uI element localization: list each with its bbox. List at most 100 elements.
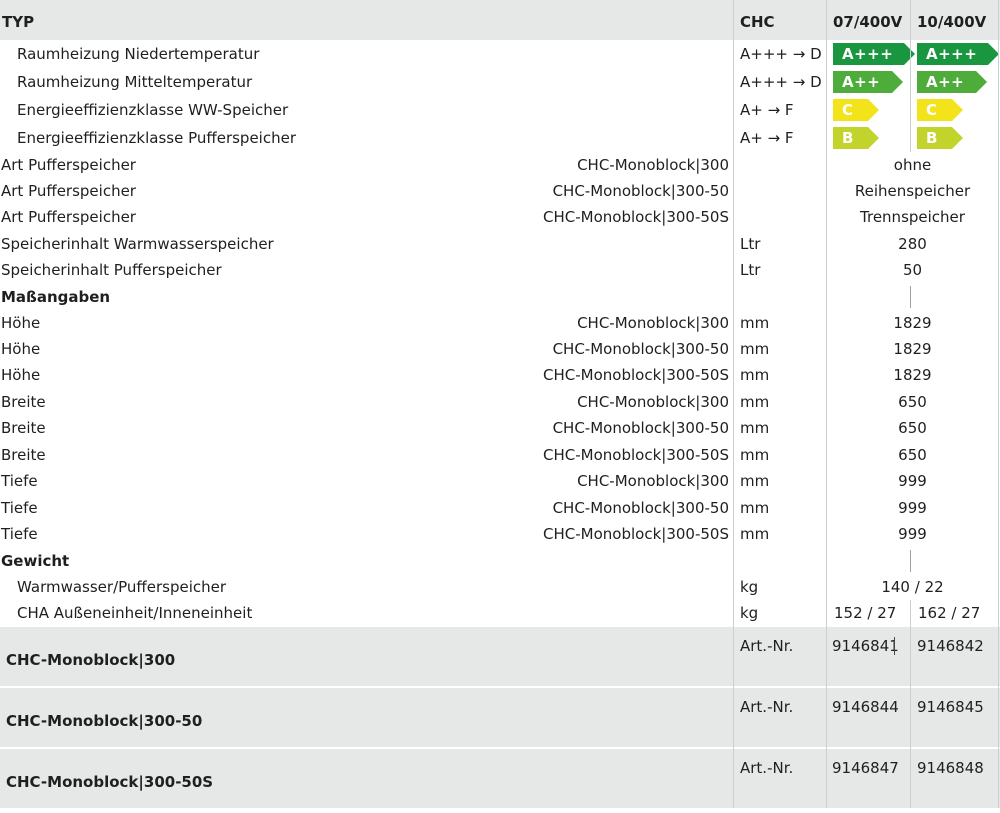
article-model: CHC-Monoblock|300-50S xyxy=(6,773,214,791)
table-row: Breite CHC-Monoblock|300 mm 650 xyxy=(0,389,1000,415)
article-label: Art.-Nr. xyxy=(740,759,794,777)
row-unit: mm xyxy=(740,472,770,490)
row-model: CHC-Monoblock|300-50S xyxy=(543,366,729,384)
row-model: CHC-Monoblock|300-50 xyxy=(552,499,729,517)
table-row: Höhe CHC-Monoblock|300 mm 1829 xyxy=(0,310,1000,336)
row-value: 152 / 27 xyxy=(834,604,897,622)
article-number: 9146841 xyxy=(832,637,899,655)
column-divider xyxy=(910,600,911,808)
energy-range: A+++ → D xyxy=(740,73,822,91)
row-label: Tiefe xyxy=(1,525,38,543)
row-unit: mm xyxy=(740,340,770,358)
table-row: Tiefe CHC-Monoblock|300-50 mm 999 xyxy=(0,495,1000,521)
row-unit: mm xyxy=(740,366,770,384)
energy-label: Energieeffizienzklasse WW-Speicher xyxy=(17,101,289,119)
energy-class-label: C xyxy=(926,101,938,119)
energy-class-label: B xyxy=(926,129,938,147)
energy-class-label: B xyxy=(842,129,854,147)
article-label: Art.-Nr. xyxy=(740,698,794,716)
energy-class-badge: A+++ xyxy=(833,43,915,65)
energy-class-badge: B xyxy=(917,127,963,149)
row-unit: Ltr xyxy=(740,261,761,279)
article-number: 9146842 xyxy=(917,637,984,655)
row-label: Breite xyxy=(1,419,46,437)
row-value: Trennspeicher xyxy=(860,208,965,226)
row-model: CHC-Monoblock|300-50S xyxy=(543,525,729,543)
article-model: CHC-Monoblock|300-50 xyxy=(6,712,203,730)
energy-range: A+ → F xyxy=(740,129,794,147)
energy-class-badge: C xyxy=(917,99,963,121)
row-label: CHA Außeneinheit/Inneneinheit xyxy=(17,604,253,622)
table-header: TYP CHC 07/400V 10/400V xyxy=(0,0,1000,40)
row-value: 650 xyxy=(898,393,927,411)
table-row: Speicherinhalt Warmwasserspeicher Ltr 28… xyxy=(0,231,1000,257)
row-model: CHC-Monoblock|300 xyxy=(577,393,729,411)
row-unit: mm xyxy=(740,314,770,332)
table-row: Höhe CHC-Monoblock|300-50S mm 1829 xyxy=(0,362,1000,388)
row-value: 50 xyxy=(902,261,923,279)
energy-class-label: A++ xyxy=(926,73,965,91)
table-row: Breite CHC-Monoblock|300-50 mm 650 xyxy=(0,415,1000,441)
table-row: Art Pufferspeicher CHC-Monoblock|300-50S… xyxy=(0,204,1000,230)
header-col-07: 07/400V xyxy=(833,13,903,31)
energy-class-label: A++ xyxy=(842,73,881,91)
section-title: Gewicht xyxy=(1,552,70,570)
row-value: 1829 xyxy=(893,340,932,358)
row-model: CHC-Monoblock|300 xyxy=(577,156,729,174)
row-unit: mm xyxy=(740,446,770,464)
section-row: Maßangaben xyxy=(0,284,1000,310)
row-label: Speicherinhalt Warmwasserspeicher xyxy=(1,235,274,253)
article-model: CHC-Monoblock|300 xyxy=(6,651,176,669)
column-divider xyxy=(733,0,734,808)
energy-label: Energieeffizienzklasse Pufferspeicher xyxy=(17,129,296,147)
table-row: Art Pufferspeicher CHC-Monoblock|300 ohn… xyxy=(0,152,1000,178)
article-label: Art.-Nr. xyxy=(740,637,794,655)
row-unit: kg xyxy=(740,578,759,596)
row-model: CHC-Monoblock|300-50 xyxy=(552,340,729,358)
section-title: Maßangaben xyxy=(1,288,111,306)
column-divider xyxy=(910,0,911,152)
article-number: 9146848 xyxy=(917,759,984,777)
article-number: 9146847 xyxy=(832,759,899,777)
row-value: Reihenspeicher xyxy=(854,182,971,200)
row-model: CHC-Monoblock|300-50S xyxy=(543,208,729,226)
spec-table: TYP CHC 07/400V 10/400V Raumheizung Nied… xyxy=(0,0,1000,813)
row-value: 999 xyxy=(898,499,927,517)
table-row: Breite CHC-Monoblock|300-50S mm 650 xyxy=(0,442,1000,468)
row-model: CHC-Monoblock|300-50 xyxy=(552,419,729,437)
row-unit: mm xyxy=(740,525,770,543)
row-label: Warmwasser/Pufferspeicher xyxy=(17,578,227,596)
table-row: Höhe CHC-Monoblock|300-50 mm 1829 xyxy=(0,336,1000,362)
row-label: Art Pufferspeicher xyxy=(1,208,136,226)
row-label: Tiefe xyxy=(1,499,38,517)
row-label: Speicherinhalt Pufferspeicher xyxy=(1,261,222,279)
energy-class-badge: C xyxy=(833,99,879,121)
row-model: CHC-Monoblock|300-50S xyxy=(543,446,729,464)
energy-row: Energieeffizienzklasse Pufferspeicher A+… xyxy=(0,124,1000,152)
energy-class-label: C xyxy=(842,101,854,119)
table-row: Speicherinhalt Pufferspeicher Ltr 50 xyxy=(0,257,1000,283)
table-row: Warmwasser/Pufferspeicher kg 140 / 22 xyxy=(0,574,1000,600)
row-label: Höhe xyxy=(1,340,41,358)
row-unit: mm xyxy=(740,419,770,437)
energy-class-badge: A++ xyxy=(833,71,903,93)
column-divider xyxy=(910,550,911,572)
text-cursor xyxy=(894,637,895,655)
row-value: 650 xyxy=(898,446,927,464)
row-value: 1829 xyxy=(893,366,932,384)
row-value: 999 xyxy=(898,525,927,543)
row-label: Breite xyxy=(1,393,46,411)
header-typ: TYP xyxy=(2,13,35,31)
row-label: Höhe xyxy=(1,366,41,384)
article-number: 9146845 xyxy=(917,698,984,716)
row-value: 280 xyxy=(898,235,927,253)
energy-class-badge: A++ xyxy=(917,71,987,93)
table-row: CHA Außeneinheit/Inneneinheit kg 152 / 2… xyxy=(0,600,1000,626)
row-value: ohne xyxy=(893,156,932,174)
energy-row: Energieeffizienzklasse WW-Speicher A+ → … xyxy=(0,96,1000,124)
row-value: 650 xyxy=(898,419,927,437)
row-value: 1829 xyxy=(893,314,932,332)
energy-label: Raumheizung Mitteltemperatur xyxy=(17,73,253,91)
row-label: Art Pufferspeicher xyxy=(1,156,136,174)
energy-row: Raumheizung Niedertemperatur A+++ → D A+… xyxy=(0,40,1000,68)
